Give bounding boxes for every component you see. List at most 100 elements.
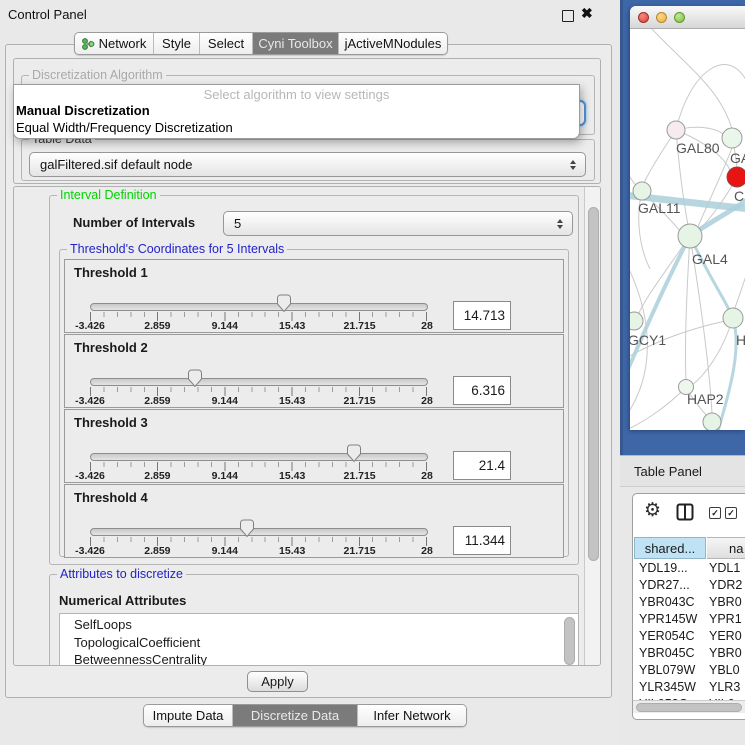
node-label-hap2: HAP2 xyxy=(687,391,724,407)
close-icon[interactable]: ✖ xyxy=(581,5,593,22)
threshold-4-box: Threshold 4 -3.426 2.859 9.144 15.43 21.… xyxy=(64,484,564,558)
minimize-traffic-light-icon[interactable] xyxy=(656,12,667,23)
algorithm-dropdown-popup: Select algorithm to view settings Manual… xyxy=(13,84,580,139)
node-partial-top-right[interactable] xyxy=(722,128,742,148)
table-panel-body: ⚙ ✓ ✓ shared... na YDL19...YDL1 YDR27...… xyxy=(620,487,745,745)
table-row-cell[interactable]: YER054C xyxy=(635,628,709,645)
table-row-cell[interactable]: YDR2 xyxy=(709,577,745,594)
attributes-group-label: Attributes to discretize xyxy=(57,567,186,581)
close-traffic-light-icon[interactable] xyxy=(638,12,649,23)
threshold-4-slider-thumb[interactable] xyxy=(239,519,255,538)
attribute-item[interactable]: SelfLoops xyxy=(60,614,578,634)
table-row-cell[interactable]: YER0 xyxy=(709,628,745,645)
number-of-intervals-combobox[interactable]: 5 xyxy=(223,211,573,236)
tab-jactivemnodules[interactable]: jActiveMNodules xyxy=(338,33,447,54)
popup-option-equal-width[interactable]: Equal Width/Frequency Discretization xyxy=(14,119,579,136)
table-settings-gear-icon[interactable]: ⚙ xyxy=(644,499,661,521)
table-row-cell[interactable]: YPR145W xyxy=(635,611,709,628)
tab-infer-network[interactable]: Infer Network xyxy=(357,705,466,726)
threshold-1-value-field[interactable]: 14.713 xyxy=(453,301,511,330)
table-row-cell[interactable]: YLR345W xyxy=(635,679,709,696)
table-row-cell[interactable]: YDL19... xyxy=(635,560,709,577)
threshold-1-slider-thumb[interactable] xyxy=(276,294,292,313)
tab-style[interactable]: Style xyxy=(153,33,199,54)
select-column-checkbox-icon[interactable]: ✓ xyxy=(725,507,737,519)
float-window-icon[interactable] xyxy=(562,10,574,22)
attributes-list: SelfLoops TopologicalCoefficient Between… xyxy=(59,613,579,666)
node-partial-bottom[interactable] xyxy=(703,413,721,430)
tab-impute-data[interactable]: Impute Data xyxy=(144,705,232,726)
threshold-3-slider-track[interactable] xyxy=(90,453,428,461)
node-label-gcy1: GCY1 xyxy=(630,332,666,348)
combo-arrows-icon xyxy=(570,160,576,170)
table-row-cell[interactable]: YBR045C xyxy=(635,645,709,662)
tab-discretize-data[interactable]: Discretize Data xyxy=(232,705,357,726)
node-partial-right[interactable] xyxy=(723,308,743,328)
threshold-1-box: Threshold 1 -3.426 2.859 9.144 15.43 21.… xyxy=(64,259,564,333)
column-header-name[interactable]: na xyxy=(707,537,745,559)
table-row-cell[interactable]: YPR1 xyxy=(709,611,745,628)
attribute-item[interactable]: TopologicalCoefficient xyxy=(60,634,578,652)
panel-title: Control Panel xyxy=(8,7,87,22)
table-data-combobox[interactable]: galFiltered.sif default node xyxy=(29,152,586,177)
table-row-cell[interactable]: YDL1 xyxy=(709,560,745,577)
table-row-cell[interactable]: YBR0 xyxy=(709,594,745,611)
select-all-checkbox-icon[interactable]: ✓ xyxy=(709,507,721,519)
threshold-1-slider-track[interactable] xyxy=(90,303,428,311)
settings-scroll-panel: Interval Definition Number of Intervals … xyxy=(13,186,601,666)
network-view-window: GAL80 GA C GAL11 GAL4 GCY1 H HAP2 xyxy=(630,6,745,430)
zoom-traffic-light-icon[interactable] xyxy=(674,12,685,23)
table-panel-title: Table Panel xyxy=(620,455,745,487)
threshold-3-value-field[interactable]: 21.4 xyxy=(453,451,511,480)
node-label-gal11: GAL11 xyxy=(638,200,681,216)
table-row-cell[interactable]: YBR0 xyxy=(709,645,745,662)
threshold-3-slider-thumb[interactable] xyxy=(346,444,362,463)
algorithm-hint: Select algorithm to view settings xyxy=(14,85,579,102)
threshold-3-label: Threshold 3 xyxy=(74,415,148,430)
attribute-item[interactable]: BetweennessCentrality xyxy=(60,651,578,666)
settings-scrollbar-track[interactable] xyxy=(584,187,601,665)
table-row-cell[interactable]: YBR043C xyxy=(635,594,709,611)
node-gal80[interactable] xyxy=(667,121,685,139)
table-hscrollbar-track[interactable] xyxy=(633,700,745,713)
table-row-cell[interactable]: YDR27... xyxy=(635,577,709,594)
tab-network[interactable]: Network xyxy=(75,33,153,54)
threshold-3-box: Threshold 3 -3.426 2.859 9.144 15.43 21.… xyxy=(64,409,564,483)
popup-option-manual[interactable]: Manual Discretization xyxy=(14,102,579,119)
table-hscrollbar-thumb[interactable] xyxy=(636,703,742,712)
table-row-cell[interactable]: YLR3 xyxy=(709,679,745,696)
threshold-2-slider-track[interactable] xyxy=(90,378,428,386)
node-gcy1[interactable] xyxy=(630,312,643,330)
control-panel-tabs: Network Style Select Cyni Toolbox jActiv… xyxy=(74,32,448,55)
attributes-list-scrollbar[interactable] xyxy=(564,617,575,665)
network-window-titlebar[interactable] xyxy=(630,6,745,29)
threshold-4-value-field[interactable]: 11.344 xyxy=(453,526,511,555)
node-red-selected[interactable] xyxy=(727,167,745,187)
cyni-mode-tabs: Impute Data Discretize Data Infer Networ… xyxy=(143,704,467,727)
network-icon xyxy=(82,37,95,51)
apply-button[interactable]: Apply xyxy=(247,671,308,692)
threshold-2-label: Threshold 2 xyxy=(74,340,148,355)
threshold-4-slider-track[interactable] xyxy=(90,528,428,536)
node-table-card: ⚙ ✓ ✓ shared... na YDL19...YDL1 YDR27...… xyxy=(632,493,745,720)
tab-cyni-toolbox[interactable]: Cyni Toolbox xyxy=(252,33,338,54)
node-gal11[interactable] xyxy=(633,182,651,200)
tab-select[interactable]: Select xyxy=(199,33,252,54)
numerical-attributes-label: Numerical Attributes xyxy=(59,593,186,608)
threshold-2-value-field[interactable]: 6.316 xyxy=(453,376,511,405)
threshold-2-box: Threshold 2 -3.426 2.859 9.144 15.43 21.… xyxy=(64,334,564,408)
app-root: Control Panel ✖ Network Style Select Cyn… xyxy=(0,0,745,745)
table-row-cell[interactable]: YBL079W xyxy=(635,662,709,679)
threshold-2-slider-thumb[interactable] xyxy=(187,369,203,388)
split-columns-icon[interactable] xyxy=(676,503,694,521)
node-gal4[interactable] xyxy=(678,224,702,248)
column-header-shared-name[interactable]: shared... xyxy=(634,537,706,559)
network-graph-canvas[interactable]: GAL80 GA C GAL11 GAL4 GCY1 H HAP2 xyxy=(630,29,745,430)
number-of-intervals-label: Number of Intervals xyxy=(73,215,195,230)
thresholds-group-label: Threshold's Coordinates for 5 Intervals xyxy=(67,242,287,256)
threshold-4-label: Threshold 4 xyxy=(74,490,148,505)
node-label-partial-g: GA xyxy=(730,150,745,166)
table-row-cell[interactable]: YBL0 xyxy=(709,662,745,679)
settings-scrollbar-thumb[interactable] xyxy=(588,207,599,561)
node-label-gal80: GAL80 xyxy=(676,140,720,156)
